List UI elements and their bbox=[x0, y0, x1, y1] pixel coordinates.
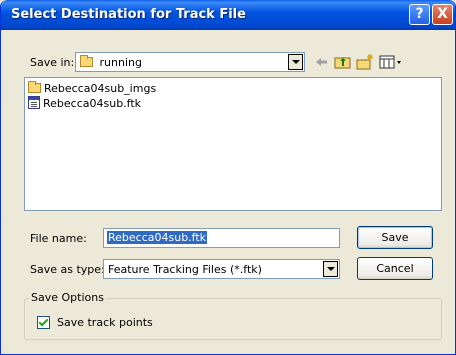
save-in-label: Save in: bbox=[30, 56, 75, 69]
save-as-type-value: Feature Tracking Files (*.ftk) bbox=[108, 263, 262, 276]
save-in-value: running bbox=[99, 56, 142, 69]
file-name-input[interactable]: Rebecca04sub.ftk bbox=[103, 228, 340, 248]
list-item[interactable]: Rebecca04sub.ftk bbox=[28, 96, 141, 112]
save-as-type-dropdown[interactable]: Feature Tracking Files (*.ftk) bbox=[103, 259, 340, 279]
folder-icon bbox=[80, 55, 93, 67]
back-arrow-icon[interactable] bbox=[313, 54, 329, 70]
up-one-level-icon[interactable] bbox=[334, 54, 352, 70]
save-button[interactable]: Save bbox=[357, 226, 433, 249]
file-list[interactable]: Rebecca04sub_imgs Rebecca04sub.ftk bbox=[24, 77, 442, 211]
cancel-button[interactable]: Cancel bbox=[357, 257, 433, 280]
chevron-down-icon[interactable] bbox=[288, 54, 303, 70]
file-name-label: File name: bbox=[30, 232, 87, 245]
list-item-label: Rebecca04sub.ftk bbox=[43, 97, 142, 110]
list-item-label: Rebecca04sub_imgs bbox=[44, 82, 157, 95]
ftk-file-icon bbox=[28, 96, 40, 109]
window-title: Select Destination for Track File bbox=[11, 7, 246, 22]
help-button[interactable]: ? bbox=[409, 4, 430, 25]
create-new-folder-icon[interactable] bbox=[356, 54, 374, 70]
save-as-type-label: Save as type: bbox=[30, 263, 105, 276]
folder-icon bbox=[28, 81, 41, 93]
save-track-points-checkbox[interactable] bbox=[37, 316, 50, 329]
file-name-value: Rebecca04sub.ftk bbox=[107, 231, 208, 244]
chevron-down-icon[interactable] bbox=[323, 261, 338, 277]
save-in-dropdown[interactable]: running bbox=[75, 52, 305, 72]
list-item[interactable]: Rebecca04sub_imgs bbox=[28, 81, 156, 97]
save-options-title: Save Options bbox=[29, 291, 106, 304]
save-track-points-label: Save track points bbox=[57, 316, 153, 329]
dialog-window: Select Destination for Track File ? X Sa… bbox=[0, 0, 456, 355]
title-bar[interactable]: Select Destination for Track File ? X bbox=[1, 0, 455, 30]
view-menu-icon[interactable] bbox=[379, 54, 403, 70]
close-button[interactable]: X bbox=[432, 4, 453, 25]
